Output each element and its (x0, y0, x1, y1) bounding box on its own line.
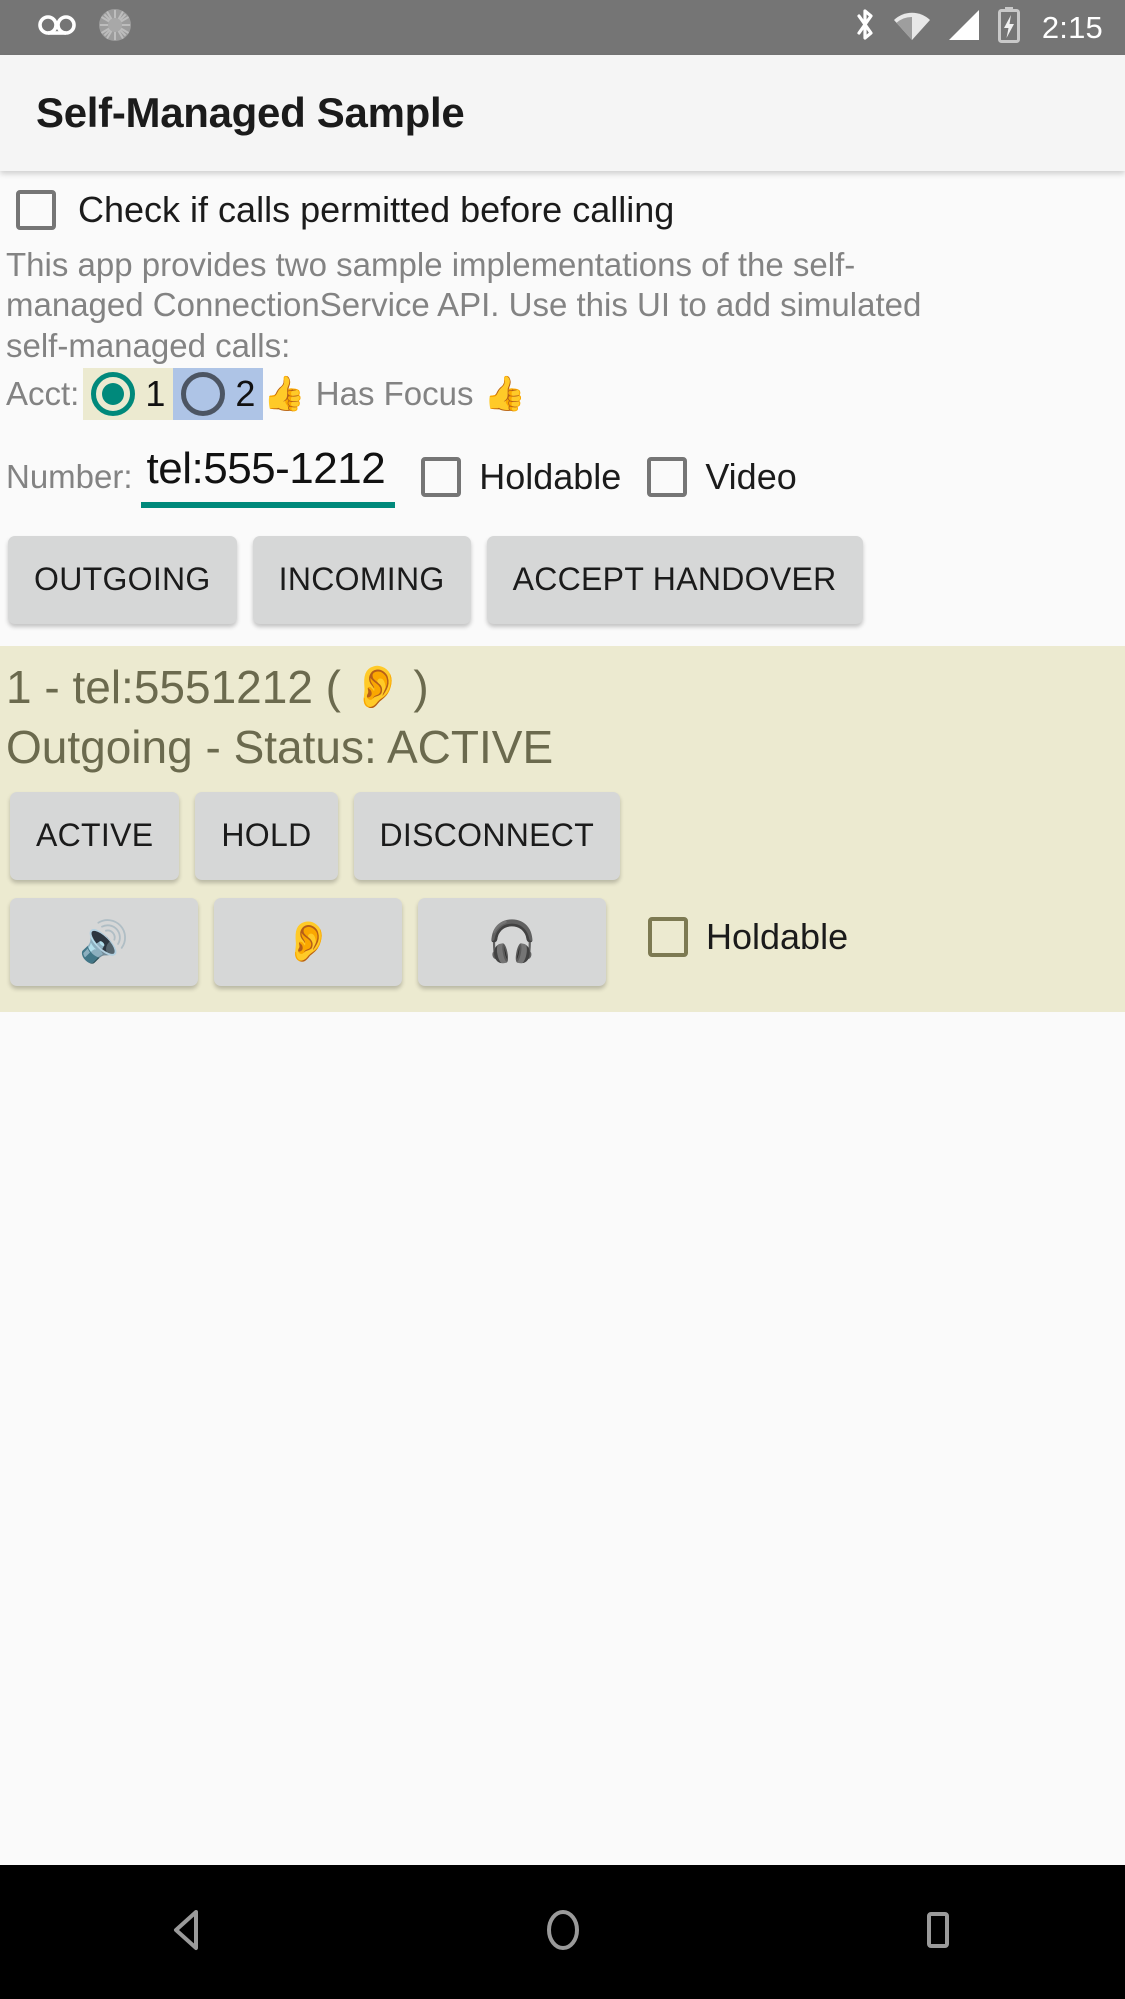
description-text: This app provides two sample implementat… (6, 246, 922, 364)
holdable-checkbox[interactable] (421, 456, 462, 497)
recents-icon (918, 1906, 958, 1959)
back-icon (166, 1906, 210, 1959)
empty-area (0, 1011, 1125, 1865)
accept-handover-button[interactable]: ACCEPT HANDOVER (486, 535, 863, 624)
outgoing-button[interactable]: OUTGOING (8, 535, 237, 624)
call-state-buttons: ACTIVE HOLD DISCONNECT (0, 774, 1125, 880)
check-permission-row[interactable]: Check if calls permitted before calling (0, 171, 1125, 241)
audio-route-buttons: 🔊 👂 🎧 Holdable (0, 880, 1125, 986)
account-label: Acct: (6, 374, 80, 412)
holdable-label: Holdable (479, 455, 622, 497)
call-identity-suffix: ) (413, 660, 429, 713)
call-action-buttons: OUTGOING INCOMING ACCEPT HANDOVER (0, 514, 1125, 646)
number-input-value: tel:555-1212 (146, 443, 386, 493)
navigation-bar (0, 1865, 1125, 1999)
call-holdable-label: Holdable (706, 915, 849, 957)
call-identity-prefix: 1 - tel:5551212 ( (6, 660, 342, 713)
call-identity-line: 1 - tel:5551212 ( 👂 ) (0, 654, 1125, 714)
check-permission-checkbox[interactable] (16, 190, 56, 230)
number-row: Number: tel:555-1212 Holdable Video (0, 422, 1125, 514)
video-row[interactable]: Video (647, 455, 797, 508)
wifi-icon (892, 8, 932, 47)
status-bar: 2:15 (0, 0, 1125, 55)
disconnect-button[interactable]: DISCONNECT (353, 791, 621, 880)
account-option-1[interactable]: 1 (83, 367, 174, 420)
account-option-2[interactable]: 2 (173, 367, 264, 420)
call-card: 1 - tel:5551212 ( 👂 ) Outgoing - Status:… (0, 645, 1125, 1012)
app-bar: Self-Managed Sample (0, 55, 1125, 171)
account-1-label: 1 (145, 372, 166, 414)
holdable-row[interactable]: Holdable (421, 456, 621, 508)
account-2-label: 2 (235, 372, 256, 414)
status-bar-system-icons: 2:15 (852, 6, 1103, 49)
set-hold-button[interactable]: HOLD (195, 791, 338, 880)
call-holdable-row[interactable]: Holdable (648, 916, 848, 968)
check-permission-label: Check if calls permitted before calling (78, 189, 675, 230)
voicemail-icon (38, 10, 76, 45)
battery-charging-icon (996, 6, 1022, 49)
thumbs-up-icon-left: 👍 (263, 374, 306, 413)
speaker-icon-button[interactable]: 🔊 (10, 897, 198, 986)
home-icon (541, 1904, 585, 1961)
incoming-button[interactable]: INCOMING (252, 535, 471, 624)
bluetooth-icon (852, 6, 878, 49)
recents-button[interactable] (848, 1865, 1028, 1999)
headset-icon-button[interactable]: 🎧 (418, 897, 606, 986)
status-bar-clock: 2:15 (1041, 9, 1103, 45)
video-label: Video (705, 455, 797, 497)
ear-icon: 👂 (351, 662, 404, 710)
number-input[interactable]: tel:555-1212 (140, 443, 396, 508)
android-screen: 2:15 Self-Managed Sample Check if calls … (0, 0, 1125, 1999)
thumbs-up-icon-right: 👍 (483, 374, 526, 413)
call-status-line: Outgoing - Status: ACTIVE (6, 720, 554, 773)
page-title: Self-Managed Sample (36, 89, 465, 136)
sync-icon (96, 6, 134, 49)
signal-icon (946, 8, 982, 47)
radio-account-1[interactable] (91, 371, 136, 416)
main-content: Check if calls permitted before calling … (0, 171, 1125, 1865)
back-button[interactable] (98, 1865, 278, 1999)
video-checkbox[interactable] (647, 456, 688, 497)
set-active-button[interactable]: ACTIVE (10, 791, 180, 880)
has-focus-label: Has Focus (315, 374, 474, 412)
controls-section: Check if calls permitted before calling … (0, 171, 1125, 646)
radio-account-2[interactable] (181, 371, 226, 416)
home-button[interactable] (473, 1865, 653, 1999)
earpiece-icon-button[interactable]: 👂 (214, 897, 402, 986)
number-label: Number: (6, 457, 133, 495)
account-selector-row: Acct: 1 2 👍 Has Focus 👍 (0, 366, 1125, 422)
call-holdable-checkbox[interactable] (648, 916, 688, 957)
status-bar-notifications (38, 6, 134, 49)
